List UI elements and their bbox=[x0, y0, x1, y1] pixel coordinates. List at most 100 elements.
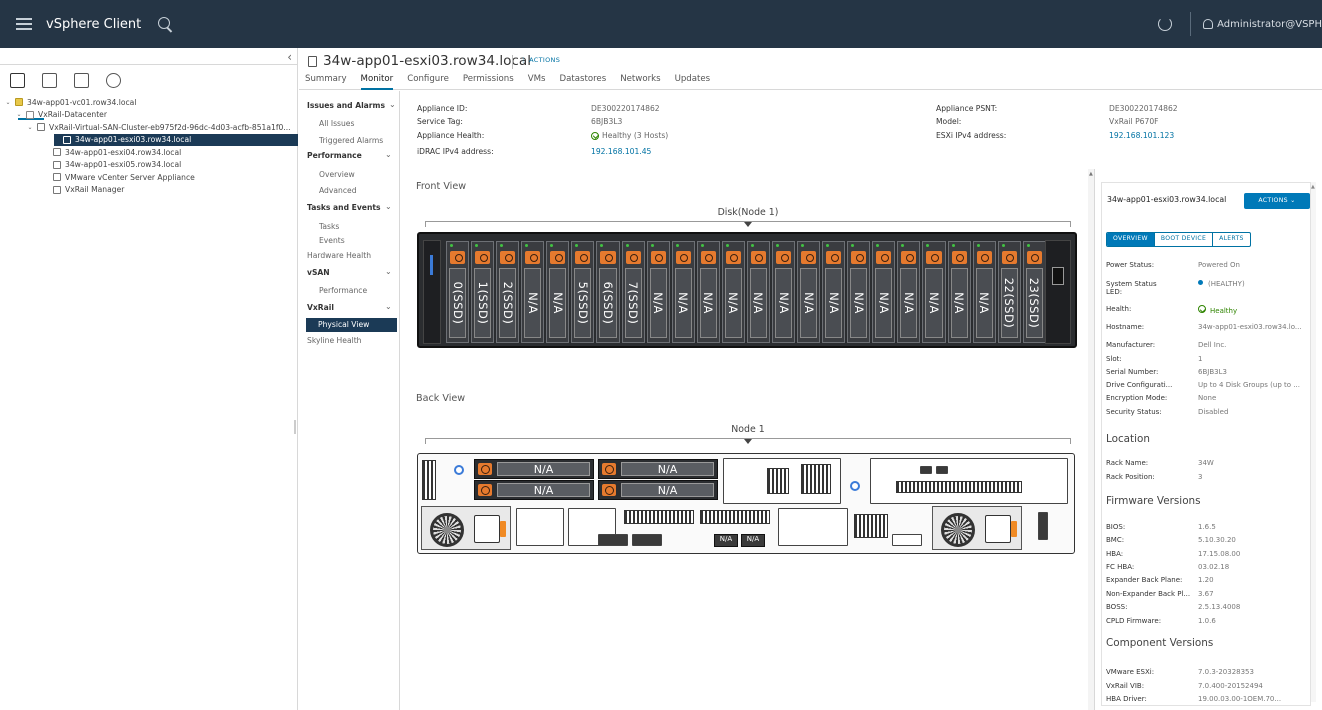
disk-slot[interactable]: N/A bbox=[721, 241, 745, 343]
detail-label: Manufacturer: bbox=[1106, 341, 1156, 349]
disk-slot[interactable]: N/A bbox=[822, 241, 846, 343]
back-view-label: Back View bbox=[416, 393, 466, 404]
tab-permissions[interactable]: Permissions bbox=[463, 74, 514, 89]
bracket-arrow bbox=[744, 439, 752, 444]
tab-updates[interactable]: Updates bbox=[675, 74, 711, 89]
monitor-nav: Issues and Alarms ⌄ All Issues Triggered … bbox=[299, 91, 400, 710]
networking-icon[interactable] bbox=[106, 73, 121, 88]
esxi-ip-link[interactable]: 192.168.101.123 bbox=[1109, 131, 1174, 140]
disk-slot[interactable]: 7(SSD) bbox=[621, 241, 645, 343]
tab-monitor[interactable]: Monitor bbox=[360, 74, 393, 90]
tree-node[interactable]: VMware vCenter Server Appliance bbox=[0, 171, 298, 184]
tree-node[interactable]: 34w-app01-esxi04.row34.local bbox=[0, 146, 298, 159]
tab-vms[interactable]: VMs bbox=[528, 74, 546, 89]
tree-node[interactable]: ⌄ 34w-app01-vc01.row34.local bbox=[0, 96, 298, 109]
details-actions-button[interactable]: ACTIONS ⌄ bbox=[1244, 193, 1310, 209]
disk-slot[interactable]: N/A bbox=[797, 241, 821, 343]
tree-node[interactable]: 34w-app01-esxi03.row34.local bbox=[54, 133, 298, 146]
appliance-id-label: Appliance ID: bbox=[417, 104, 468, 113]
nav-item-overview[interactable]: Overview bbox=[319, 170, 355, 179]
disk-slot[interactable]: N/A bbox=[746, 241, 771, 343]
nav-item-tasks[interactable]: Tasks bbox=[319, 222, 339, 231]
nav-item-hardware-health[interactable]: Hardware Health bbox=[307, 251, 371, 260]
detail-value: Disabled bbox=[1198, 408, 1229, 416]
disk-slot[interactable]: N/A bbox=[696, 241, 720, 343]
scroll-up-icon[interactable]: ▲ bbox=[1089, 171, 1093, 177]
rear-disk-bay[interactable]: N/A bbox=[474, 480, 594, 500]
scroll-up-icon[interactable]: ▲ bbox=[1311, 184, 1315, 190]
disk-slot[interactable]: N/A bbox=[772, 241, 796, 343]
bay-label: N/A bbox=[621, 462, 714, 476]
disk-slot[interactable]: 23(SSD) bbox=[1022, 241, 1046, 343]
details-tab-alerts[interactable]: ALERTS bbox=[1213, 233, 1250, 246]
rear-disk-bay[interactable]: N/A bbox=[474, 459, 594, 479]
idrac-link[interactable]: 192.168.101.45 bbox=[591, 147, 651, 156]
disk-slot[interactable]: N/A bbox=[546, 241, 570, 343]
disk-slot[interactable]: N/A bbox=[646, 241, 670, 343]
tree-node[interactable]: VxRail Manager bbox=[0, 184, 298, 197]
disk-slot[interactable]: N/A bbox=[872, 241, 896, 343]
details-tab-boot-device[interactable]: BOOT DEVICE bbox=[1155, 233, 1214, 246]
disk-slot[interactable]: N/A bbox=[972, 241, 996, 343]
disk-slot[interactable]: N/A bbox=[847, 241, 871, 343]
tree-node[interactable]: ⌄ VxRail-Virtual-SAN-Cluster-eb975f2d-96d… bbox=[0, 121, 298, 134]
nav-item-all-issues[interactable]: All Issues bbox=[319, 119, 354, 128]
tab-summary[interactable]: Summary bbox=[305, 74, 347, 89]
nav-item-triggered-alarms[interactable]: Triggered Alarms bbox=[319, 136, 383, 145]
nav-section-vxrail[interactable]: VxRail ⌄ bbox=[307, 302, 392, 312]
nav-section-performance[interactable]: Performance ⌄ bbox=[307, 150, 392, 160]
details-tab-overview[interactable]: OVERVIEW bbox=[1107, 233, 1155, 246]
nav-item-events[interactable]: Events bbox=[319, 236, 345, 245]
nav-section-tasks-events[interactable]: Tasks and Events ⌄ bbox=[307, 202, 392, 212]
tree-node[interactable]: ⌄ VxRail-Datacenter bbox=[0, 109, 298, 122]
mini-bay[interactable]: N/A bbox=[714, 534, 738, 547]
refresh-icon[interactable] bbox=[1158, 17, 1173, 31]
disk-slot[interactable]: N/A bbox=[897, 241, 921, 343]
chevron-down-icon[interactable]: ⌄ bbox=[4, 99, 12, 106]
nav-item-advanced[interactable]: Advanced bbox=[319, 186, 357, 195]
nav-item-skyline-health[interactable]: Skyline Health bbox=[307, 336, 362, 345]
latch-icon bbox=[602, 463, 616, 475]
disk-slot[interactable]: 22(SSD) bbox=[997, 241, 1021, 343]
tab-datastores[interactable]: Datastores bbox=[559, 74, 606, 89]
collapse-pane-icon[interactable]: ‹ bbox=[287, 50, 292, 64]
disk-slot[interactable]: 6(SSD) bbox=[596, 241, 620, 343]
user-menu[interactable]: Administrator@VSPH bbox=[1203, 19, 1322, 30]
app-title[interactable]: vSphere Client bbox=[46, 17, 141, 32]
disk-slot[interactable]: N/A bbox=[521, 241, 545, 343]
disk-slot[interactable]: 1(SSD) bbox=[471, 241, 495, 343]
resize-handle[interactable] bbox=[294, 420, 296, 434]
disk-body: N/A bbox=[549, 268, 567, 338]
status-led bbox=[475, 244, 479, 247]
latch-icon bbox=[700, 251, 716, 264]
disk-slot[interactable]: N/A bbox=[671, 241, 695, 343]
storage-icon[interactable] bbox=[74, 73, 89, 88]
tab-configure[interactable]: Configure bbox=[407, 74, 449, 89]
status-led bbox=[901, 244, 905, 247]
nav-section-issues[interactable]: Issues and Alarms ⌄ bbox=[307, 100, 396, 110]
disk-body: 22(SSD) bbox=[1000, 268, 1018, 338]
details-scrollbar[interactable]: ▲ bbox=[1311, 182, 1316, 702]
search-icon[interactable] bbox=[157, 16, 173, 32]
disk-slot[interactable]: N/A bbox=[947, 241, 971, 343]
chevron-down-icon[interactable]: ⌄ bbox=[26, 124, 34, 131]
disk-slot[interactable]: 2(SSD) bbox=[496, 241, 520, 343]
actions-menu-button[interactable]: ⋮ ACTIONS bbox=[520, 56, 560, 64]
tab-networks[interactable]: Networks bbox=[620, 74, 660, 89]
model-label: Model: bbox=[936, 117, 962, 126]
tree-node[interactable]: 34w-app01-esxi05.row34.local bbox=[0, 159, 298, 172]
detail-label: HBA Driver: bbox=[1106, 695, 1147, 703]
rear-disk-bay[interactable]: N/A bbox=[598, 459, 718, 479]
nav-section-vsan[interactable]: vSAN ⌄ bbox=[307, 267, 392, 277]
disk-slot[interactable]: N/A bbox=[922, 241, 946, 343]
nav-item-vsan-performance[interactable]: Performance bbox=[319, 286, 367, 295]
disk-slot[interactable]: 5(SSD) bbox=[571, 241, 595, 343]
nav-item-physical-view[interactable]: Physical View bbox=[306, 318, 397, 332]
hosts-clusters-icon[interactable] bbox=[10, 73, 25, 88]
rear-disk-bay[interactable]: N/A bbox=[598, 480, 718, 500]
disk-slot[interactable]: 0(SSD) bbox=[446, 241, 470, 343]
vms-templates-icon[interactable] bbox=[42, 73, 57, 88]
chevron-down-icon[interactable]: ⌄ bbox=[15, 111, 23, 118]
menu-icon[interactable] bbox=[16, 18, 32, 30]
mini-bay[interactable]: N/A bbox=[741, 534, 765, 547]
